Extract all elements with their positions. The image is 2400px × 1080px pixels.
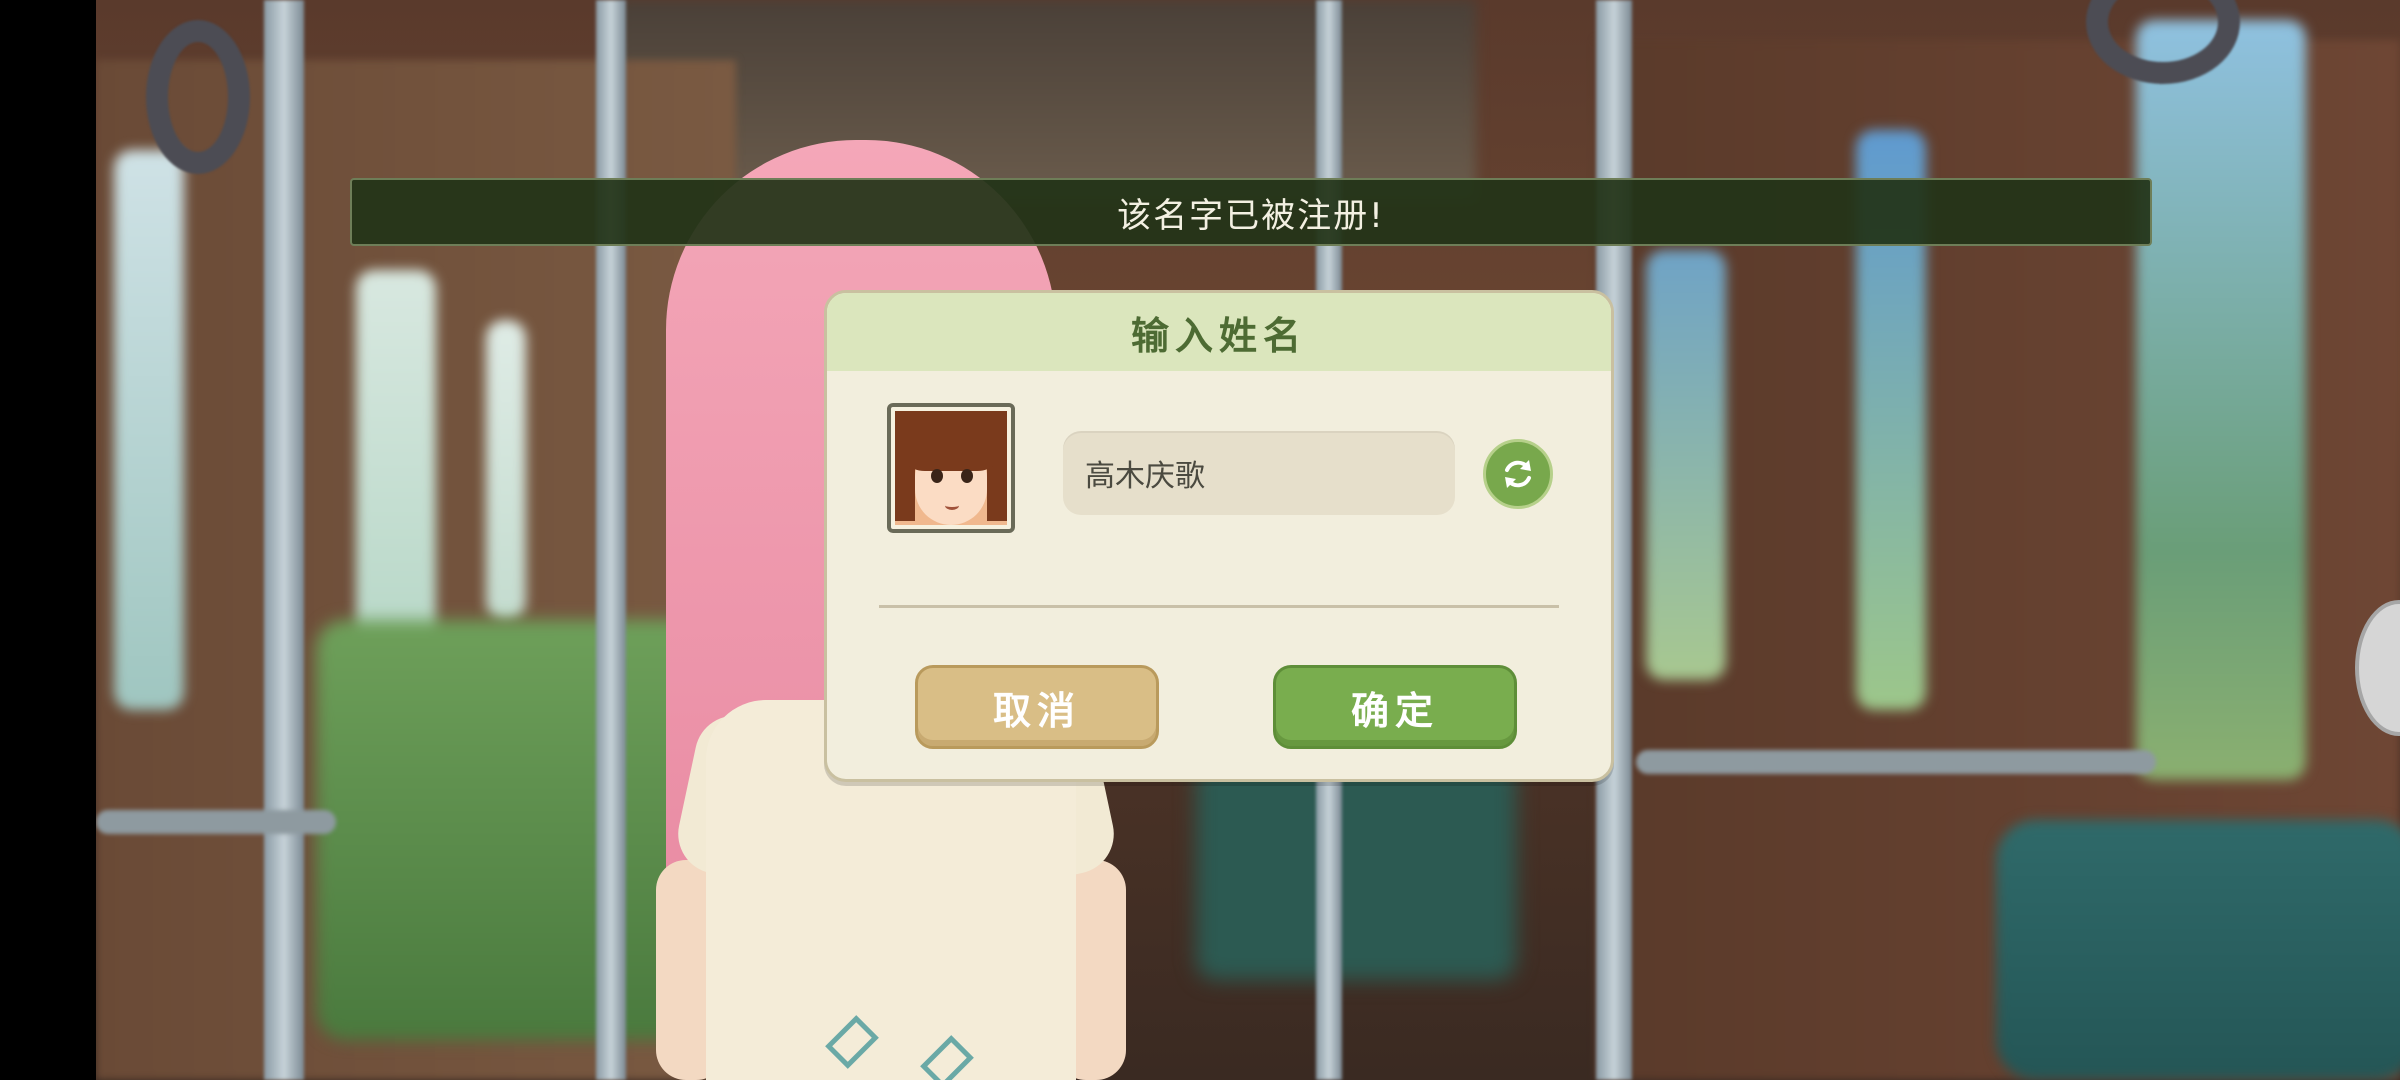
avatar-eye <box>961 469 973 483</box>
toast-message: 该名字已被注册! <box>1117 195 1385 236</box>
train-ceiling <box>616 0 1476 200</box>
refresh-icon <box>1505 460 1531 488</box>
handrail-pole <box>596 0 626 1080</box>
enter-name-dialog: 输入姓名 取消 确定 <box>824 290 1614 782</box>
confirm-button[interactable]: 确定 <box>1273 665 1517 749</box>
avatar-eye <box>931 469 943 483</box>
handrail-bar <box>1636 750 2156 774</box>
character-avatar <box>887 403 1015 533</box>
train-window <box>2136 20 2306 780</box>
train-window <box>486 320 526 620</box>
hand-strap <box>146 20 250 174</box>
random-name-button[interactable] <box>1483 439 1553 509</box>
handrail-bar <box>96 810 336 834</box>
train-window <box>1646 250 1726 680</box>
dialog-divider <box>879 605 1559 608</box>
train-window <box>114 150 184 710</box>
dialog-header: 输入姓名 <box>827 293 1611 371</box>
error-toast: 该名字已被注册! <box>350 178 2152 246</box>
avatar-mouth <box>945 501 959 510</box>
name-input[interactable] <box>1063 431 1455 515</box>
avatar-portrait <box>895 411 1007 525</box>
cancel-button[interactable]: 取消 <box>915 665 1159 749</box>
train-window <box>356 270 436 650</box>
dialog-title: 输入姓名 <box>1130 313 1307 358</box>
train-seat <box>1996 820 2400 1080</box>
avatar-hair <box>895 411 1007 471</box>
train-seat <box>1196 760 1516 980</box>
handrail-pole <box>264 0 304 1080</box>
